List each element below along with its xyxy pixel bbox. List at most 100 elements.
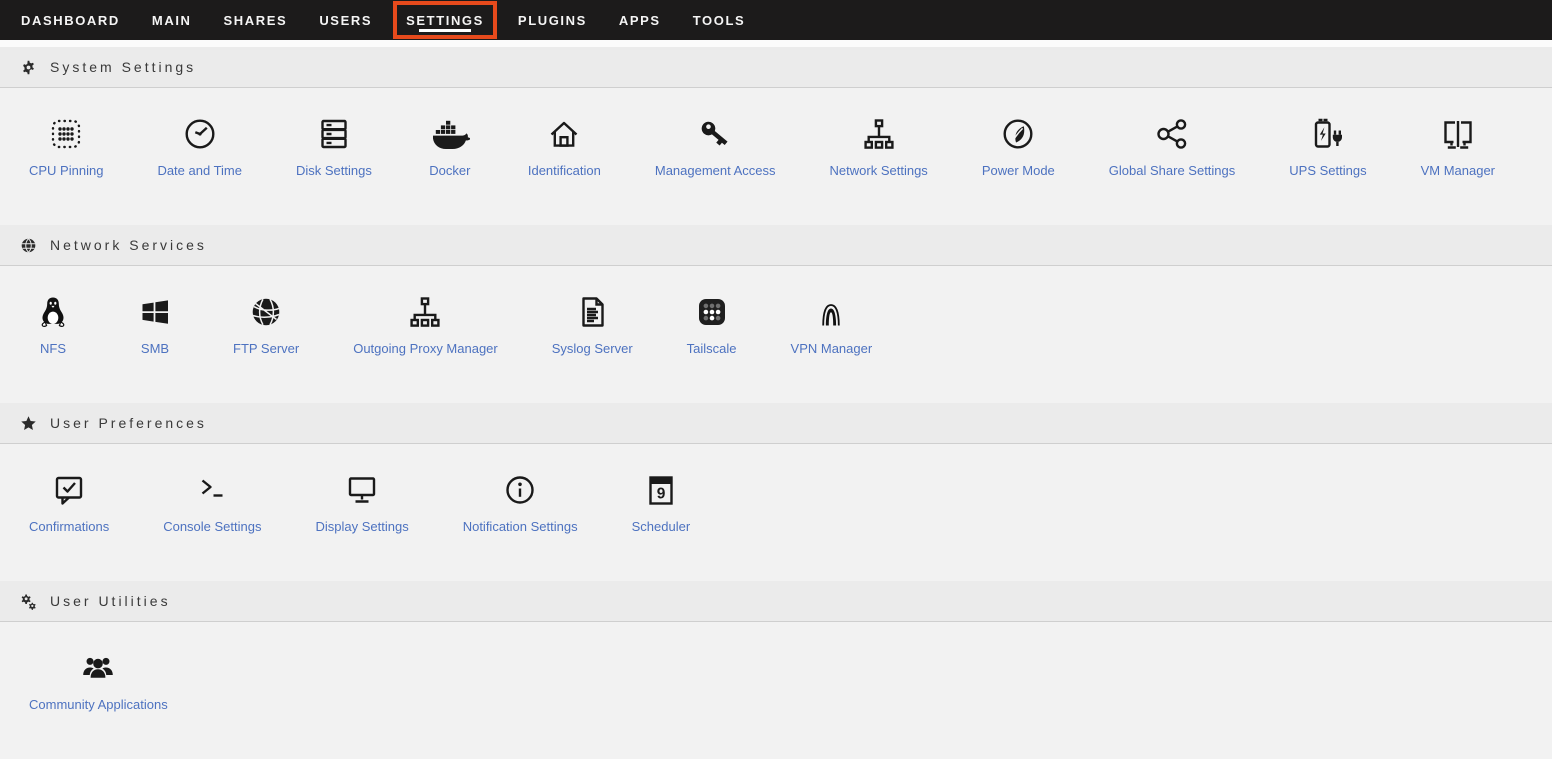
tile-ftp-server[interactable]: FTP Server [206,292,326,356]
nav-gap-strip [0,40,1552,47]
comment-check-icon [49,470,89,510]
tile-global-share-settings[interactable]: Global Share Settings [1082,114,1262,178]
tile-ups-settings[interactable]: UPS Settings [1262,114,1393,178]
tile-confirmations[interactable]: Confirmations [2,470,136,534]
tile-label: Tailscale [687,341,737,356]
clock-icon [180,114,220,154]
calendar-icon: 9 [641,470,681,510]
share-nodes-icon [1152,114,1192,154]
gear-icon [20,59,37,76]
section-title: User Utilities [50,593,171,609]
house-icon [544,114,584,154]
nav-item-main[interactable]: MAIN [141,0,203,40]
tile-label: Console Settings [163,519,261,534]
server-stack-icon [314,114,354,154]
tile-network-settings[interactable]: Network Settings [803,114,955,178]
nav-item-shares[interactable]: SHARES [213,0,299,40]
users-group-icon [78,648,118,688]
nav-item-dashboard[interactable]: DASHBOARD [10,0,131,40]
tile-power-mode[interactable]: Power Mode [955,114,1082,178]
tile-label: Identification [528,163,601,178]
tile-label: NFS [40,341,66,356]
tile-label: FTP Server [233,341,299,356]
gears-icon [20,593,37,610]
monitor-icon [342,470,382,510]
tile-label: Management Access [655,163,776,178]
tile-scheduler[interactable]: 9 Scheduler [605,470,718,534]
tile-vm-manager[interactable]: VM Manager [1394,114,1522,178]
nav-item-tools[interactable]: TOOLS [682,0,757,40]
nav-item-settings-label: SETTINGS [406,13,484,28]
tile-tailscale[interactable]: Tailscale [660,292,764,356]
tile-date-and-time[interactable]: Date and Time [130,114,269,178]
globe-icon [20,237,37,254]
vm-windows-icon [1438,114,1478,154]
tile-label: Community Applications [29,697,168,712]
tile-management-access[interactable]: Management Access [628,114,803,178]
section-title: Network Services [50,237,207,253]
tile-community-applications[interactable]: Community Applications [2,648,195,712]
nav-item-users[interactable]: USERS [308,0,383,40]
tile-label: Date and Time [157,163,242,178]
tile-label: Confirmations [29,519,109,534]
log-document-icon [572,292,612,332]
tile-label: SMB [141,341,169,356]
tile-disk-settings[interactable]: Disk Settings [269,114,399,178]
tile-identification[interactable]: Identification [501,114,628,178]
docker-whale-icon [430,114,470,154]
nav-item-settings[interactable]: SETTINGS [393,1,497,39]
vpn-arch-icon [811,292,851,332]
tile-label: Scheduler [632,519,691,534]
section-body-user-preferences: Confirmations Console Settings Display S… [0,444,1552,581]
tile-nfs[interactable]: NFS [2,292,104,356]
section-title: User Preferences [50,415,207,431]
tile-label: VM Manager [1421,163,1495,178]
tile-label: UPS Settings [1289,163,1366,178]
terminal-icon [192,470,232,510]
key-icon [695,114,735,154]
section-header-network-services: Network Services [0,225,1552,266]
section-body-user-utilities: Community Applications [0,622,1552,759]
star-icon [20,415,37,432]
tile-smb[interactable]: SMB [104,292,206,356]
active-tab-underline [419,29,471,32]
tile-docker[interactable]: Docker [399,114,501,178]
tile-label: Global Share Settings [1109,163,1235,178]
tile-notification-settings[interactable]: Notification Settings [436,470,605,534]
leaf-circle-icon [998,114,1038,154]
tailscale-dots-icon [692,292,732,332]
tile-label: Disk Settings [296,163,372,178]
tile-label: Notification Settings [463,519,578,534]
battery-plug-icon [1308,114,1348,154]
section-header-user-preferences: User Preferences [0,403,1552,444]
cpu-pinning-icon [46,114,86,154]
svg-text:9: 9 [657,486,666,503]
sitemap-icon [859,114,899,154]
windows-logo-icon [135,292,175,332]
tile-label: CPU Pinning [29,163,103,178]
linux-penguin-icon [33,292,73,332]
globe-sphere-icon [246,292,286,332]
tile-label: Display Settings [315,519,408,534]
nav-item-apps[interactable]: APPS [608,0,672,40]
tile-label: Network Settings [830,163,928,178]
section-header-user-utilities: User Utilities [0,581,1552,622]
tile-label: VPN Manager [791,341,873,356]
tile-label: Outgoing Proxy Manager [353,341,498,356]
info-circle-icon [500,470,540,510]
section-title: System Settings [50,59,196,75]
nav-item-plugins[interactable]: PLUGINS [507,0,598,40]
tile-cpu-pinning[interactable]: CPU Pinning [2,114,130,178]
sitemap-icon [405,292,445,332]
tile-display-settings[interactable]: Display Settings [288,470,435,534]
tile-label: Power Mode [982,163,1055,178]
top-nav-bar: DASHBOARD MAIN SHARES USERS SETTINGS PLU… [0,0,1552,40]
tile-vpn-manager[interactable]: VPN Manager [764,292,900,356]
tile-syslog-server[interactable]: Syslog Server [525,292,660,356]
tile-label: Syslog Server [552,341,633,356]
section-header-system-settings: System Settings [0,47,1552,88]
tile-console-settings[interactable]: Console Settings [136,470,288,534]
tile-label: Docker [429,163,470,178]
section-body-system-settings: CPU Pinning Date and Time Disk Settings [0,88,1552,225]
tile-outgoing-proxy-manager[interactable]: Outgoing Proxy Manager [326,292,525,356]
